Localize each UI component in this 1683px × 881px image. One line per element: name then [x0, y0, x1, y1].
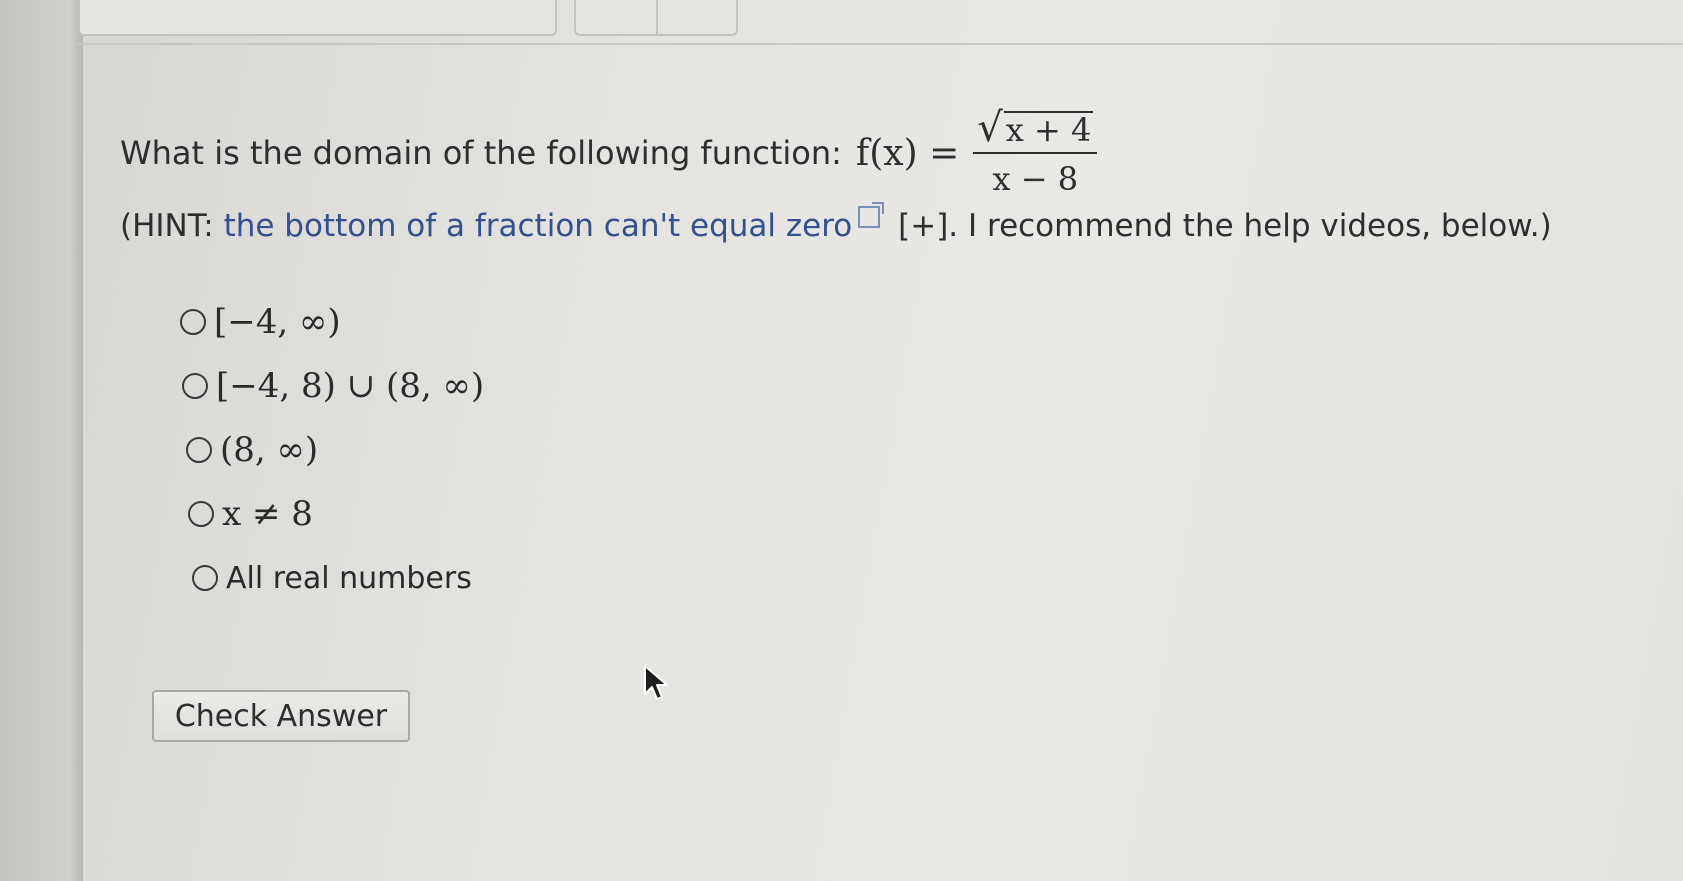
fraction-denominator: x − 8 — [992, 160, 1079, 198]
hint-close: . I recommend the help videos, below.) — [948, 208, 1552, 245]
hint-open: (HINT: — [120, 208, 224, 245]
radicand: x + 4 — [1003, 110, 1094, 149]
option-label: All real numbers — [226, 560, 472, 596]
function-lhs: f(x) = — [855, 132, 960, 174]
option-label: (8, ∞) — [220, 430, 319, 470]
radio-button[interactable] — [180, 309, 206, 335]
answer-option[interactable]: [−4, ∞) — [180, 290, 484, 354]
radio-button[interactable] — [188, 501, 214, 527]
radio-button[interactable] — [192, 565, 218, 591]
fraction-numerator: √ x + 4 — [973, 108, 1097, 152]
answer-option[interactable]: [−4, 8) ∪ (8, ∞) — [182, 354, 484, 418]
option-label: x ≠ 8 — [222, 494, 313, 534]
external-link-icon[interactable] — [858, 202, 885, 229]
answer-option[interactable]: All real numbers — [192, 546, 484, 610]
radio-button[interactable] — [186, 437, 212, 463]
answer-option[interactable]: (8, ∞) — [186, 418, 484, 482]
hint-text: (HINT: the bottom of a fraction can't eq… — [120, 202, 1663, 245]
square-root-icon: √ — [977, 105, 1003, 151]
radio-button[interactable] — [182, 373, 208, 399]
question-block: What is the domain of the following func… — [120, 108, 1663, 246]
mouse-pointer-icon — [644, 665, 668, 700]
check-answer-button[interactable]: Check Answer — [152, 690, 410, 742]
option-label: [−4, 8) ∪ (8, ∞) — [216, 366, 485, 406]
header-divider — [78, 43, 1683, 45]
left-margin-strip — [0, 0, 83, 881]
answer-options: [−4, ∞) [−4, 8) ∪ (8, ∞) (8, ∞) x ≠ 8 Al… — [180, 290, 484, 610]
nav-tab-group[interactable] — [574, 0, 738, 36]
option-label: [−4, ∞) — [214, 302, 341, 342]
function-fraction: √ x + 4 x − 8 — [973, 108, 1098, 198]
hint-link[interactable]: the bottom of a fraction can't equal zer… — [224, 208, 853, 244]
hint-expand-toggle[interactable]: [+] — [888, 208, 948, 244]
tab-divider — [656, 0, 658, 34]
question-line: What is the domain of the following func… — [120, 108, 1663, 198]
answer-option[interactable]: x ≠ 8 — [188, 482, 484, 546]
question-prompt: What is the domain of the following func… — [120, 134, 842, 172]
question-tab[interactable] — [78, 0, 557, 36]
